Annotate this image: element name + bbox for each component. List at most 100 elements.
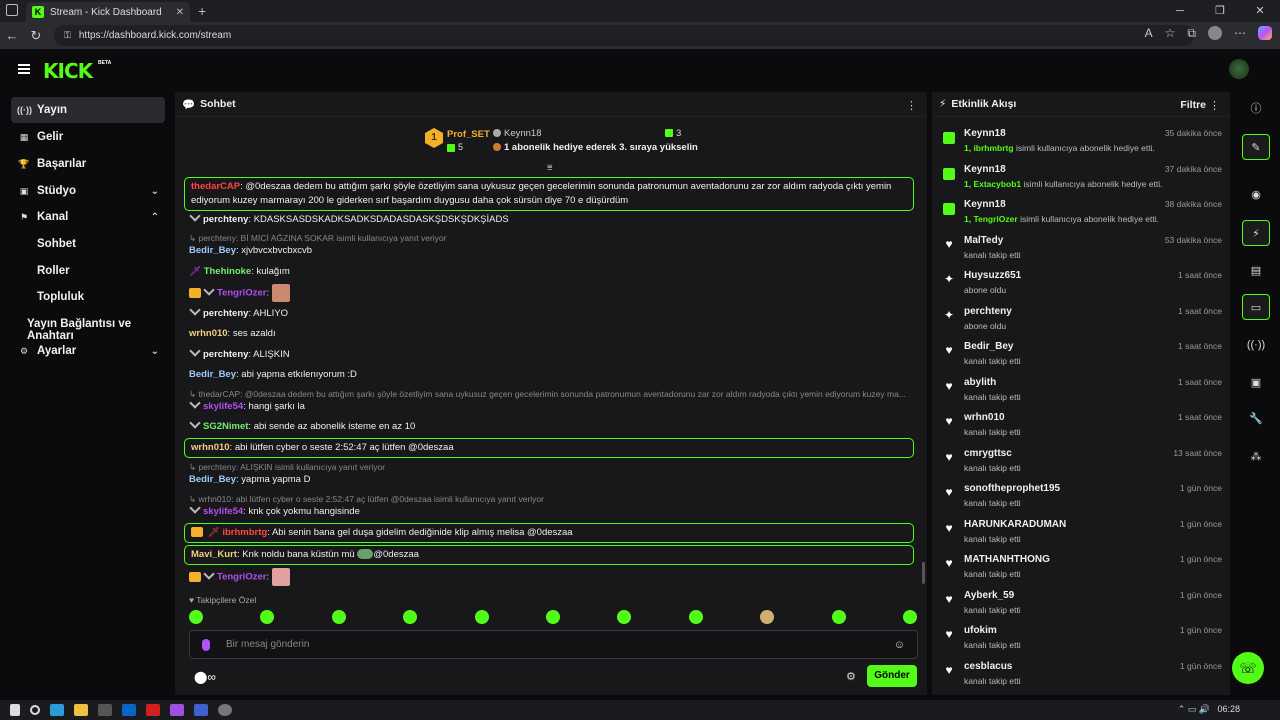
chat-scrollbar[interactable] xyxy=(922,562,925,584)
activity-username[interactable]: Bedir_Bey xyxy=(964,341,1013,352)
broadcast-icon[interactable]: ((·)) xyxy=(1242,332,1270,358)
collapse-pinned-icon[interactable]: ⩸ xyxy=(547,162,552,173)
tray-icons[interactable]: ⌃ ▭ 🔊 xyxy=(1178,704,1210,715)
activity-username[interactable]: sonoftheprophet195 xyxy=(964,483,1060,494)
send-button[interactable]: Gönder xyxy=(867,665,917,687)
back-button[interactable]: ← xyxy=(0,28,24,43)
nav-item-basarilar[interactable]: 🏆 Başarılar xyxy=(11,151,165,177)
emoji-picker-icon[interactable]: ☺ xyxy=(894,639,905,651)
activity-username[interactable]: Keynn18 xyxy=(964,128,1006,139)
emote-icon[interactable] xyxy=(688,610,703,624)
info-icon[interactable]: ⓘ xyxy=(1242,96,1270,122)
chat-message[interactable]: Bedir_Bey: abi yapma etkılenıyorum :D xyxy=(189,368,919,382)
chat-message[interactable]: Bedir_Bey: xjvbvcxbvcbxcvb xyxy=(189,244,919,258)
more-menu-icon[interactable]: ⋯ xyxy=(1234,26,1246,41)
chat-message[interactable]: TengriOzer: xyxy=(189,567,919,586)
chat-message[interactable]: Bedir_Bey: yapma yapma D xyxy=(189,473,919,487)
copilot-icon[interactable] xyxy=(1258,26,1272,40)
chat-icon[interactable]: ▭ xyxy=(1242,294,1270,320)
refresh-button[interactable]: ↻ xyxy=(24,28,48,44)
activity-username[interactable]: Keynn18 xyxy=(964,199,1006,210)
collections-icon[interactable]: ⧉ xyxy=(1187,26,1196,41)
file-explorer-icon[interactable] xyxy=(74,704,88,716)
chat-username[interactable]: wrhn010 xyxy=(189,328,228,339)
chat-username[interactable]: thedarCAP xyxy=(191,181,240,192)
nav-sub-roller[interactable]: Roller xyxy=(37,265,70,277)
second-username[interactable]: Keynn18 xyxy=(493,128,542,139)
activity-item[interactable]: ♥ Bedir_Bey 1 saat önce kanalı takip etti xyxy=(942,340,1222,375)
chat-username[interactable]: Thehinoke xyxy=(204,266,252,277)
kick-logo[interactable]: KICK xyxy=(43,59,93,83)
new-tab-button[interactable]: + xyxy=(198,3,206,19)
emote-icon[interactable] xyxy=(331,610,346,624)
nav-sub-topluluk[interactable]: Topluluk xyxy=(37,291,84,303)
activity-item[interactable]: ♥ wrhn010 1 saat önce kanalı takip etti xyxy=(942,411,1222,446)
activity-item[interactable]: ✦ perchteny 1 saat önce abone oldu xyxy=(942,305,1222,340)
outlook-icon[interactable] xyxy=(122,704,136,716)
chat-username[interactable]: perchteny xyxy=(203,214,248,225)
chat-message[interactable]: thedarCAP: @0deszaa dedem bu attığım şar… xyxy=(184,177,914,211)
activity-username[interactable]: Keynn18 xyxy=(964,164,1006,175)
taskbar-clock[interactable]: 06:28 xyxy=(1217,704,1240,714)
activity-options-icon[interactable]: ⋮ xyxy=(1209,99,1220,112)
activity-highlight[interactable]: 1, Extacybob1 xyxy=(964,179,1021,189)
nav-item-ayarlar[interactable]: ⚙ Ayarlar ⌄ xyxy=(11,338,165,364)
notes-icon[interactable]: ▤ xyxy=(1242,258,1270,284)
chat-message[interactable]: perchteny: ALIŞKIN xyxy=(189,345,919,362)
activity-item[interactable]: Keynn18 35 dakika önce 1, ibrhmbrtg isimli… xyxy=(942,127,1222,162)
tab-close-icon[interactable]: ✕ xyxy=(176,7,184,18)
activity-username[interactable]: cesblacus xyxy=(964,661,1012,672)
activity-username[interactable]: wrhn010 xyxy=(964,412,1005,423)
tab-actions-icon[interactable] xyxy=(6,4,18,16)
apps-icon[interactable]: ⁂ xyxy=(1242,444,1270,470)
activity-username[interactable]: MATHANHTHONG xyxy=(964,554,1050,565)
chat-message[interactable]: perchteny: AHLIYO xyxy=(189,304,919,321)
browser-profile-avatar[interactable] xyxy=(1208,26,1222,40)
activity-username[interactable]: abylith xyxy=(964,377,996,388)
chat-message[interactable]: perchteny: KDASKSASDSKADKSADKSDADASDASKŞ… xyxy=(189,210,919,227)
app-icon[interactable] xyxy=(218,704,232,716)
activity-item[interactable]: Keynn18 38 dakika önce 1, TengriOzer isiml… xyxy=(942,198,1222,233)
chat-username[interactable]: SG2Nimet xyxy=(203,421,248,432)
read-aloud-icon[interactable]: A xyxy=(1145,26,1153,41)
chat-message[interactable]: TengriOzer: xyxy=(189,283,919,302)
activity-highlight[interactable]: 1, ibrhmbrtg xyxy=(964,143,1014,153)
activity-feed-icon[interactable]: ⚡ xyxy=(1242,220,1270,246)
emote-icon[interactable] xyxy=(189,610,203,624)
chat-message[interactable]: Mavi_Kurt: Knk noldu bana küstün mü @0de… xyxy=(184,545,914,565)
close-window-button[interactable]: ✕ xyxy=(1240,0,1280,22)
emote-image[interactable] xyxy=(271,284,290,302)
filter-button[interactable]: Filtre xyxy=(1180,99,1206,111)
app-icon[interactable] xyxy=(170,704,184,716)
nav-sub-sohbet[interactable]: Sohbet xyxy=(37,238,76,250)
favorite-star-icon[interactable]: ☆ xyxy=(1165,26,1176,41)
activity-item[interactable]: ♥ MalTedy 53 dakika önce kanalı takip etti xyxy=(942,234,1222,269)
activity-username[interactable]: perchteny xyxy=(964,306,1012,317)
chat-message[interactable]: 🗡 ibrhmbrtg: Abi senin bana gel duşa gid… xyxy=(184,523,914,543)
chat-username[interactable]: wrhn010 xyxy=(191,442,230,453)
activity-item[interactable]: ♥ abylith 1 saat önce kanalı takip etti xyxy=(942,376,1222,411)
activity-username[interactable]: MalTedy xyxy=(964,235,1003,246)
activity-item[interactable]: ♥ cesblacus 1 gün önce kanalı takip etti xyxy=(942,660,1222,695)
chat-mention[interactable]: @0deszaa xyxy=(373,549,419,560)
chat-message[interactable]: SG2Nimet: abi sende az abonelik isteme e… xyxy=(189,417,919,434)
chat-username[interactable]: TengriOzer xyxy=(217,288,266,299)
nav-item-studyo[interactable]: ▣ Stüdyo ⌄ xyxy=(11,178,165,204)
edge-icon[interactable] xyxy=(50,704,64,716)
activity-username[interactable]: cmrygttsc xyxy=(964,448,1012,459)
chat-message[interactable]: wrhn010: ses azaldı xyxy=(189,327,919,341)
media-icon[interactable]: ▣ xyxy=(1242,370,1270,396)
chat-username[interactable]: perchteny xyxy=(203,349,248,360)
activity-username[interactable]: Ayberk_59 xyxy=(964,590,1014,601)
browser-tab[interactable]: K Stream - Kick Dashboard ✕ xyxy=(26,2,190,22)
activity-highlight[interactable]: 1, TengriOzer xyxy=(964,214,1018,224)
activity-username[interactable]: HARUNKARADUMAN xyxy=(964,519,1066,530)
activity-item[interactable]: ♥ sonoftheprophet195 1 gün önce kanalı tak… xyxy=(942,482,1222,517)
user-avatar[interactable] xyxy=(1229,59,1249,79)
emote-icon[interactable] xyxy=(403,610,418,624)
emote-icon[interactable] xyxy=(760,610,775,624)
emote-icon[interactable] xyxy=(545,610,560,624)
site-info-icon[interactable]: ⚿ xyxy=(64,30,71,41)
activity-item[interactable]: ♥ Ayberk_59 1 gün önce kanalı takip etti xyxy=(942,589,1222,624)
help-chat-button[interactable]: ☏ xyxy=(1232,652,1264,684)
